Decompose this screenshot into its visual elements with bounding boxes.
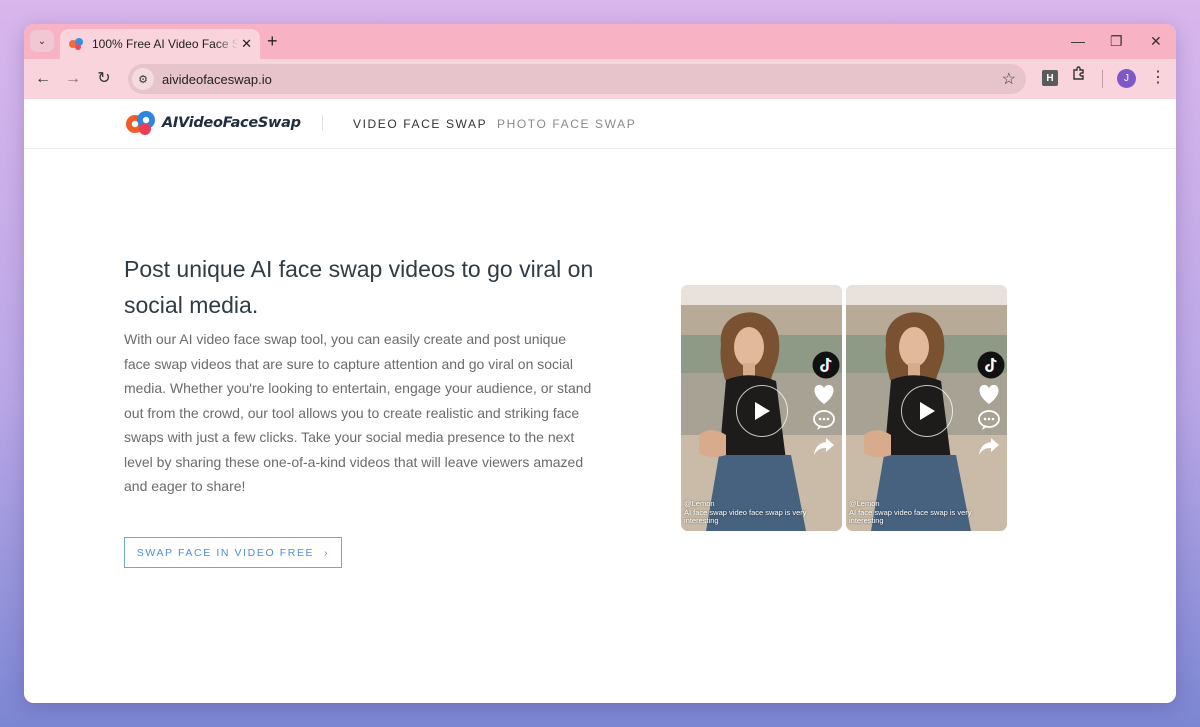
- heart-icon[interactable]: [977, 383, 1001, 405]
- tiktok-icon[interactable]: [977, 351, 1005, 379]
- chevron-down-icon: ⌄: [37, 35, 47, 47]
- profile-avatar[interactable]: J: [1117, 69, 1136, 88]
- extensions-puzzle-icon[interactable]: [1071, 66, 1087, 87]
- site-favicon-icon: [68, 36, 84, 52]
- extension-h-icon[interactable]: H: [1042, 70, 1058, 86]
- video-caption: @Lemon AI face swap video face swap is v…: [684, 500, 808, 526]
- social-side-icons: [977, 351, 1005, 461]
- more-menu-icon[interactable]: ⋮: [1150, 67, 1166, 87]
- hero-description: With our AI video face swap tool, you ca…: [124, 331, 592, 494]
- video-preview-card[interactable]: @Lemon AI face swap video face swap is v…: [846, 285, 1007, 531]
- minimize-button[interactable]: —: [1071, 32, 1085, 50]
- nav-video-face-swap[interactable]: VIDEO FACE SWAP: [353, 117, 487, 131]
- close-window-button[interactable]: ✕: [1150, 32, 1162, 50]
- browser-tab-active[interactable]: 100% Free AI Video Face Swap Online ✕: [60, 29, 260, 59]
- share-icon[interactable]: [812, 435, 836, 457]
- new-tab-button[interactable]: +: [267, 30, 278, 52]
- play-icon: [920, 402, 935, 420]
- share-icon[interactable]: [977, 435, 1001, 457]
- browser-window: ⌄ 100% Free AI Video Face Swap Online ✕ …: [24, 24, 1176, 703]
- tab-search-button[interactable]: ⌄: [30, 30, 54, 52]
- url-text[interactable]: aivideofaceswap.io: [162, 72, 272, 87]
- tab-close-icon[interactable]: ✕: [241, 36, 252, 52]
- logo-mark-icon: [126, 111, 155, 135]
- address-bar[interactable]: ⚙ aivideofaceswap.io ☆: [128, 64, 1026, 94]
- swap-face-cta-button[interactable]: SWAP FACE IN VIDEO FREE ›: [124, 537, 342, 568]
- cta-label: SWAP FACE IN VIDEO FREE: [136, 546, 315, 559]
- comment-icon[interactable]: [812, 409, 836, 431]
- tab-title: 100% Free AI Video Face Swap Online: [92, 37, 238, 51]
- site-header: AIVideoFaceSwap VIDEO FACE SWAP PHOTO FA…: [24, 99, 1176, 149]
- site-settings-icon[interactable]: ⚙: [132, 68, 154, 90]
- site-logo[interactable]: AIVideoFaceSwap: [124, 109, 301, 137]
- page-content: AIVideoFaceSwap VIDEO FACE SWAP PHOTO FA…: [24, 99, 1176, 703]
- play-icon: [755, 402, 770, 420]
- header-divider: [322, 115, 323, 131]
- play-button[interactable]: [736, 385, 788, 437]
- nav-photo-face-swap[interactable]: PHOTO FACE SWAP: [497, 117, 636, 131]
- reload-icon[interactable]: ↻: [93, 68, 115, 90]
- logo-text: AIVideoFaceSwap: [162, 115, 301, 131]
- toolbar-divider: [1102, 70, 1103, 88]
- tiktok-icon[interactable]: [812, 351, 840, 379]
- browser-toolbar: ← → ↻ ⚙ aivideofaceswap.io ☆ H J ⋮: [24, 59, 1176, 99]
- chevron-right-icon: ›: [324, 546, 330, 559]
- back-arrow-icon[interactable]: ←: [32, 68, 54, 90]
- video-caption-text: AI face swap video face swap is very int…: [849, 507, 972, 526]
- hero-title: Post unique AI face swap videos to go vi…: [124, 256, 594, 318]
- video-caption: @Lemon AI face swap video face swap is v…: [849, 500, 973, 526]
- video-caption-text: AI face swap video face swap is very int…: [684, 507, 807, 526]
- play-button[interactable]: [901, 385, 953, 437]
- social-side-icons: [812, 351, 840, 461]
- forward-arrow-icon[interactable]: →: [62, 68, 84, 90]
- restore-button[interactable]: ❐: [1110, 32, 1123, 50]
- heart-icon[interactable]: [812, 383, 836, 405]
- video-preview-card[interactable]: @Lemon AI face swap video face swap is v…: [681, 285, 842, 531]
- tab-strip: ⌄ 100% Free AI Video Face Swap Online ✕ …: [24, 24, 1176, 59]
- comment-icon[interactable]: [977, 409, 1001, 431]
- bookmark-star-icon[interactable]: ☆: [1002, 69, 1016, 89]
